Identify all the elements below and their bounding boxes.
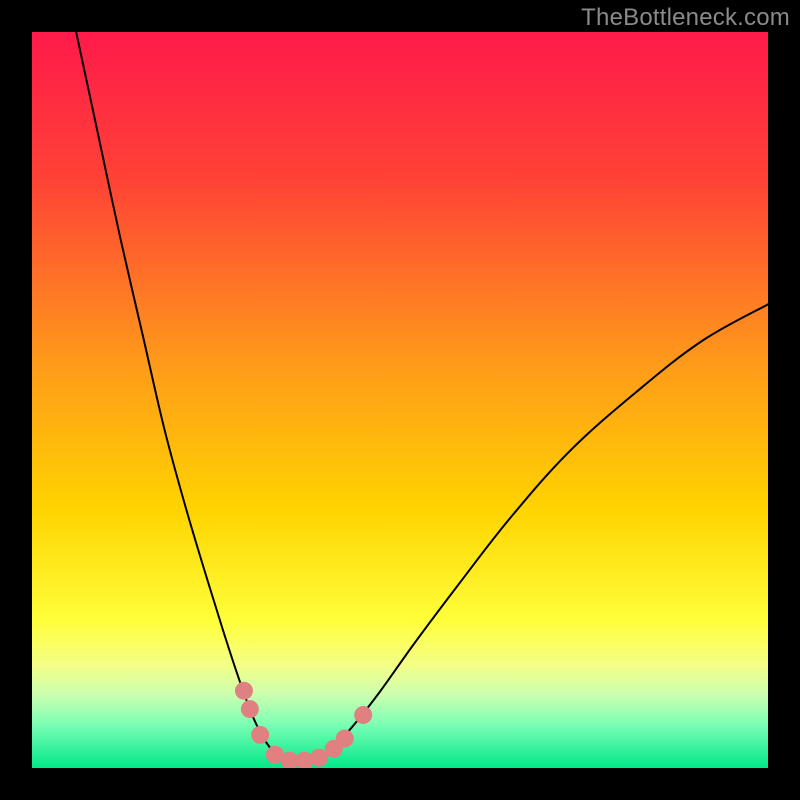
watermark-text: TheBottleneck.com bbox=[581, 4, 790, 32]
marker-dot bbox=[251, 726, 269, 744]
marker-dot bbox=[235, 682, 253, 700]
marker-dot bbox=[336, 730, 354, 748]
plot-area bbox=[32, 32, 768, 768]
gradient-background bbox=[32, 32, 768, 768]
marker-dot bbox=[354, 706, 372, 724]
chart-svg bbox=[32, 32, 768, 768]
marker-dot bbox=[241, 700, 259, 718]
chart-frame: TheBottleneck.com bbox=[0, 0, 800, 800]
